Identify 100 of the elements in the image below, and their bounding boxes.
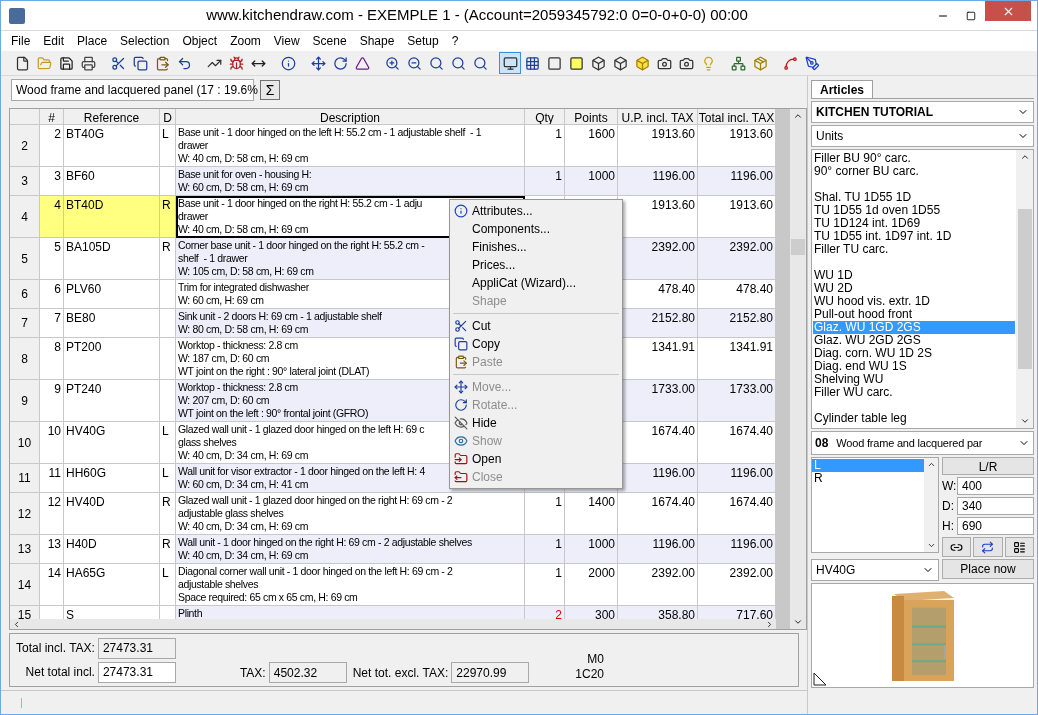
column-header[interactable]: U.P. incl. TAX (618, 109, 698, 125)
vertical-scrollbar[interactable] (1016, 150, 1033, 428)
list-item[interactable]: Cylinder table leg (813, 412, 1015, 425)
dimension-field[interactable]: 340 (957, 497, 1034, 515)
rotate-icon (332, 55, 348, 71)
dimension-field[interactable]: 400 (957, 477, 1034, 495)
info-icon (280, 55, 296, 71)
corner-resize-icon[interactable] (813, 672, 827, 686)
dropdown[interactable]: HV40G (811, 559, 939, 581)
list-item[interactable]: Diag. end WU 1S (813, 360, 1015, 373)
tab[interactable]: Articles (811, 80, 874, 98)
menu-item[interactable]: Scene (312, 32, 347, 50)
row-header[interactable]: 6 (10, 280, 40, 309)
lr-button[interactable]: L/R (942, 457, 1034, 475)
hidden-icon (454, 416, 468, 430)
column-header[interactable]: Total incl. TAX (698, 109, 776, 125)
table-cell: 1600 (565, 125, 618, 167)
list-item[interactable]: Glaz. WU 2GD 2GS (813, 334, 1015, 347)
status-marker-icon (21, 697, 22, 708)
horizontal-scrollbar[interactable] (10, 619, 776, 629)
list-item[interactable]: Filler BU 90° carc. (813, 152, 1015, 165)
table-cell: 1674.40 (698, 493, 776, 535)
vertical-scrollbar[interactable] (790, 109, 806, 629)
list-button[interactable] (1004, 537, 1034, 557)
menu-item[interactable]: Place (77, 32, 108, 50)
menu-item[interactable]: ? (451, 32, 459, 50)
menu-item[interactable]: File (11, 32, 31, 50)
row-header[interactable]: 15 (10, 606, 40, 619)
list-item[interactable]: WU 2D (813, 282, 1015, 295)
table-cell: 1 (525, 125, 565, 167)
swap-button[interactable] (973, 537, 1003, 557)
place-button[interactable]: Place now (942, 559, 1034, 579)
row-header[interactable]: 5 (10, 238, 40, 280)
list-item[interactable]: TU 1D55 1d oven 1D55 (813, 204, 1015, 217)
move-icon (310, 55, 326, 71)
list-item[interactable]: R (812, 472, 924, 485)
row-header[interactable]: 9 (10, 380, 40, 422)
list-item[interactable]: WU 1D (813, 269, 1015, 282)
menu-item[interactable]: Object (182, 32, 218, 50)
column-header[interactable]: D (160, 109, 176, 125)
dropdown[interactable]: 08 Wood frame and lacquered par (811, 431, 1034, 455)
zoom-out-icon (406, 55, 422, 71)
vertical-scrollbar[interactable] (924, 458, 938, 552)
list-item[interactable]: Shelving WU (813, 373, 1015, 386)
column-header[interactable]: Description (176, 109, 525, 125)
table-cell: 1674.40 (618, 493, 698, 535)
table-cell: 1 (525, 564, 565, 606)
menu-item[interactable]: Edit (43, 32, 65, 50)
list-item[interactable]: TU 1D124 int. 1D69 (813, 217, 1015, 230)
spline-icon (782, 55, 798, 71)
scroll-thumb[interactable] (1017, 209, 1032, 369)
column-header[interactable]: Qty (525, 109, 565, 125)
list-item[interactable]: 90° corner BU carc. (813, 165, 1015, 178)
folder-icon (454, 470, 468, 484)
scroll-thumb[interactable] (791, 239, 805, 255)
table-cell: 11 (40, 464, 64, 493)
dropdown[interactable]: KITCHEN TUTORIAL (811, 101, 1034, 123)
row-header[interactable]: 11 (10, 464, 40, 493)
field-label: Net total incl. (25, 664, 95, 681)
table-cell: BE80 (64, 309, 160, 338)
eye-icon (454, 434, 468, 448)
table-cell (160, 167, 176, 196)
menu-item[interactable]: Zoom (230, 32, 261, 50)
row-header[interactable]: 3 (10, 167, 40, 196)
table-cell: 5 (40, 238, 64, 280)
toolbar-button[interactable] (499, 52, 521, 74)
value-field[interactable]: 27473.31 (97, 661, 176, 683)
list-item[interactable]: Diag. corn. WU 1D 2S (813, 347, 1015, 360)
column-header[interactable]: Reference (64, 109, 160, 125)
list-item[interactable]: Pull-out hood front (813, 308, 1015, 321)
status-code: M0 (587, 652, 604, 667)
table-cell: 1196.00 (618, 167, 698, 196)
row-header[interactable]: 14 (10, 564, 40, 606)
list-item[interactable]: Filler WU carc. (813, 386, 1015, 399)
link-button[interactable] (942, 537, 972, 557)
list-item[interactable]: TU 1D55 int. 1D97 int. 1D (813, 230, 1015, 243)
table-cell: 1 (525, 167, 565, 196)
column-header[interactable]: # (40, 109, 64, 125)
row-header[interactable]: 7 (10, 309, 40, 338)
dropdown[interactable]: Units (811, 125, 1034, 147)
row-header[interactable]: 4 (10, 196, 40, 238)
list-item[interactable]: Filler TU carc. (813, 243, 1015, 256)
list-item[interactable]: WU hood vis. extr. 1D (813, 295, 1015, 308)
sum-button[interactable]: Σ (260, 80, 280, 100)
menu-item[interactable]: Shape (359, 32, 395, 50)
menu-item[interactable]: View (273, 32, 300, 50)
row-header[interactable]: 8 (10, 338, 40, 380)
table-cell: PLV60 (64, 280, 160, 309)
field-label: Total incl. TAX: (16, 640, 95, 657)
row-header[interactable]: 10 (10, 422, 40, 464)
menu-item[interactable]: Selection (120, 32, 170, 50)
row-header[interactable]: 13 (10, 535, 40, 564)
table-cell: 1 (525, 493, 565, 535)
dimension-field[interactable]: 690 (957, 517, 1034, 535)
list-item[interactable]: Shal. TU 1D55 1D (813, 191, 1015, 204)
row-header[interactable]: 12 (10, 493, 40, 535)
column-header[interactable]: Points (565, 109, 618, 125)
table-cell: Base unit - 1 door hinged on the left H: 55.2 cm - 1 adjustable shelf - 1 drawer W: 40 cm, D: 58 cm, H: 69 cm (176, 125, 525, 167)
menu-item[interactable]: Setup (407, 32, 439, 50)
row-header[interactable]: 2 (10, 125, 40, 167)
